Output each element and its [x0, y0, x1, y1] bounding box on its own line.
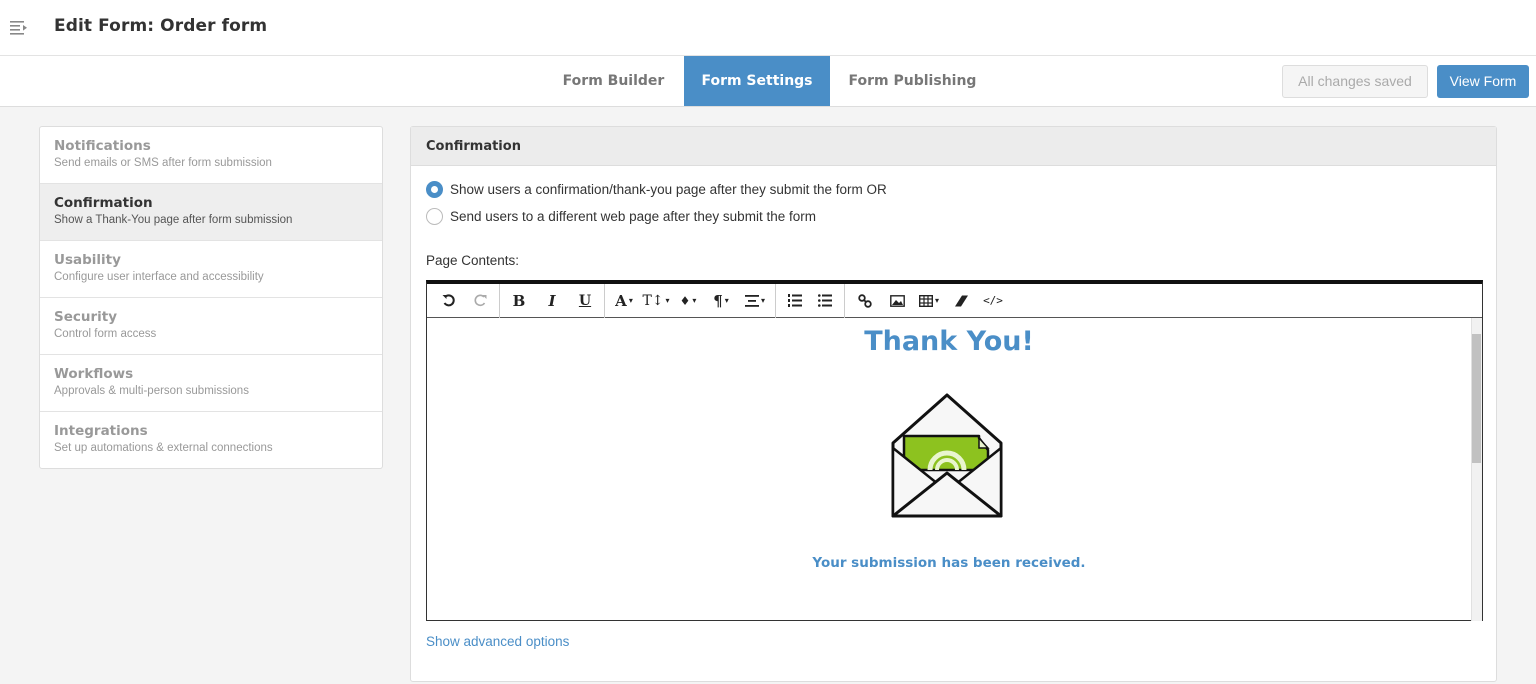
top-header: Edit Form: Order form	[0, 0, 1536, 56]
scrollbar-thumb[interactable]	[1472, 334, 1481, 463]
sidebar-item-usability[interactable]: Usability Configure user interface and a…	[40, 241, 382, 298]
redo-icon[interactable]	[465, 284, 495, 318]
sidebar-item-title: Usability	[54, 252, 121, 268]
tab-form-settings[interactable]: Form Settings	[684, 56, 830, 106]
editor-content[interactable]: Thank You! Your submission has been rece…	[427, 318, 1471, 621]
panel-title: Confirmation	[411, 127, 1496, 166]
radio-thank-you-page[interactable]: Show users a confirmation/thank-you page…	[426, 179, 887, 199]
unordered-list-icon[interactable]	[810, 284, 840, 318]
sidebar-item-desc: Control form access	[54, 328, 157, 340]
font-color-icon[interactable]: A ▾	[609, 284, 639, 318]
paragraph-icon[interactable]: ¶ ▾	[703, 284, 739, 318]
sidebar-item-confirmation[interactable]: Confirmation Show a Thank-You page after…	[40, 184, 382, 241]
editor-toolbar: B I U A ▾ T↕ ▾ ♦ ▾ ¶ ▾ ▾ ▾ </>	[427, 283, 1482, 318]
sidebar-item-title: Security	[54, 309, 118, 325]
sidebar-toggle-icon[interactable]	[10, 20, 28, 36]
sidebar-item-desc: Configure user interface and accessibili…	[54, 271, 264, 283]
sidebar-item-workflows[interactable]: Workflows Approvals & multi-person submi…	[40, 355, 382, 412]
radio-unselected-icon[interactable]	[426, 207, 443, 225]
settings-sidebar: Notifications Send emails or SMS after f…	[39, 126, 383, 469]
sidebar-item-desc: Set up automations & external connection…	[54, 442, 273, 454]
save-status-button[interactable]: All changes saved	[1282, 65, 1428, 98]
toolbar-divider	[844, 283, 845, 318]
sidebar-item-notifications[interactable]: Notifications Send emails or SMS after f…	[40, 127, 382, 184]
radio-label: Show users a confirmation/thank-you page…	[450, 181, 887, 197]
ordered-list-icon[interactable]	[780, 284, 810, 318]
sidebar-item-title: Workflows	[54, 366, 134, 382]
radio-selected-icon[interactable]	[426, 180, 443, 198]
sidebar-item-title: Notifications	[54, 138, 151, 154]
sidebar-item-desc: Send emails or SMS after form submission	[54, 157, 272, 169]
code-view-icon[interactable]: </>	[977, 284, 1009, 318]
show-advanced-options-link[interactable]: Show advanced options	[426, 634, 569, 649]
toolbar-divider	[499, 283, 500, 318]
image-icon[interactable]	[881, 284, 913, 318]
font-size-icon[interactable]: T↕ ▾	[639, 284, 673, 318]
sidebar-item-integrations[interactable]: Integrations Set up automations & extern…	[40, 412, 382, 468]
toolbar-divider	[775, 283, 776, 318]
page-title: Edit Form: Order form	[54, 16, 268, 36]
tab-form-publishing[interactable]: Form Publishing	[830, 56, 995, 106]
underline-icon[interactable]: U	[570, 284, 600, 318]
sidebar-item-desc: Show a Thank-You page after form submiss…	[54, 214, 293, 226]
page-contents-label: Page Contents:	[426, 253, 520, 268]
tab-form-builder[interactable]: Form Builder	[543, 56, 684, 106]
sidebar-item-title: Integrations	[54, 423, 148, 439]
rich-text-editor: B I U A ▾ T↕ ▾ ♦ ▾ ¶ ▾ ▾ ▾ </> Thank You…	[426, 280, 1483, 621]
table-icon[interactable]: ▾	[913, 284, 945, 318]
link-icon[interactable]	[849, 284, 881, 318]
thank-you-heading: Thank You!	[864, 326, 1034, 357]
sidebar-item-security[interactable]: Security Control form access	[40, 298, 382, 355]
submission-received-message: Your submission has been received.	[812, 555, 1086, 571]
radio-redirect-page[interactable]: Send users to a different web page after…	[426, 206, 816, 226]
confirmation-panel: Confirmation Show users a confirmation/t…	[410, 126, 1497, 682]
sidebar-item-title: Confirmation	[54, 195, 153, 211]
radio-label: Send users to a different web page after…	[450, 208, 816, 224]
toolbar-divider	[604, 283, 605, 318]
envelope-icon	[891, 393, 1003, 518]
tab-bar: Form Builder Form Settings Form Publishi…	[0, 56, 1536, 107]
bold-icon[interactable]: B	[504, 284, 534, 318]
sidebar-item-desc: Approvals & multi-person submissions	[54, 385, 249, 397]
clear-format-icon[interactable]	[945, 284, 977, 318]
align-icon[interactable]: ▾	[739, 284, 771, 318]
view-form-button[interactable]: View Form	[1437, 65, 1529, 98]
italic-icon[interactable]: I	[534, 284, 570, 318]
undo-icon[interactable]	[433, 284, 465, 318]
editor-scrollbar[interactable]	[1471, 318, 1482, 621]
highlight-icon[interactable]: ♦ ▾	[673, 284, 703, 318]
